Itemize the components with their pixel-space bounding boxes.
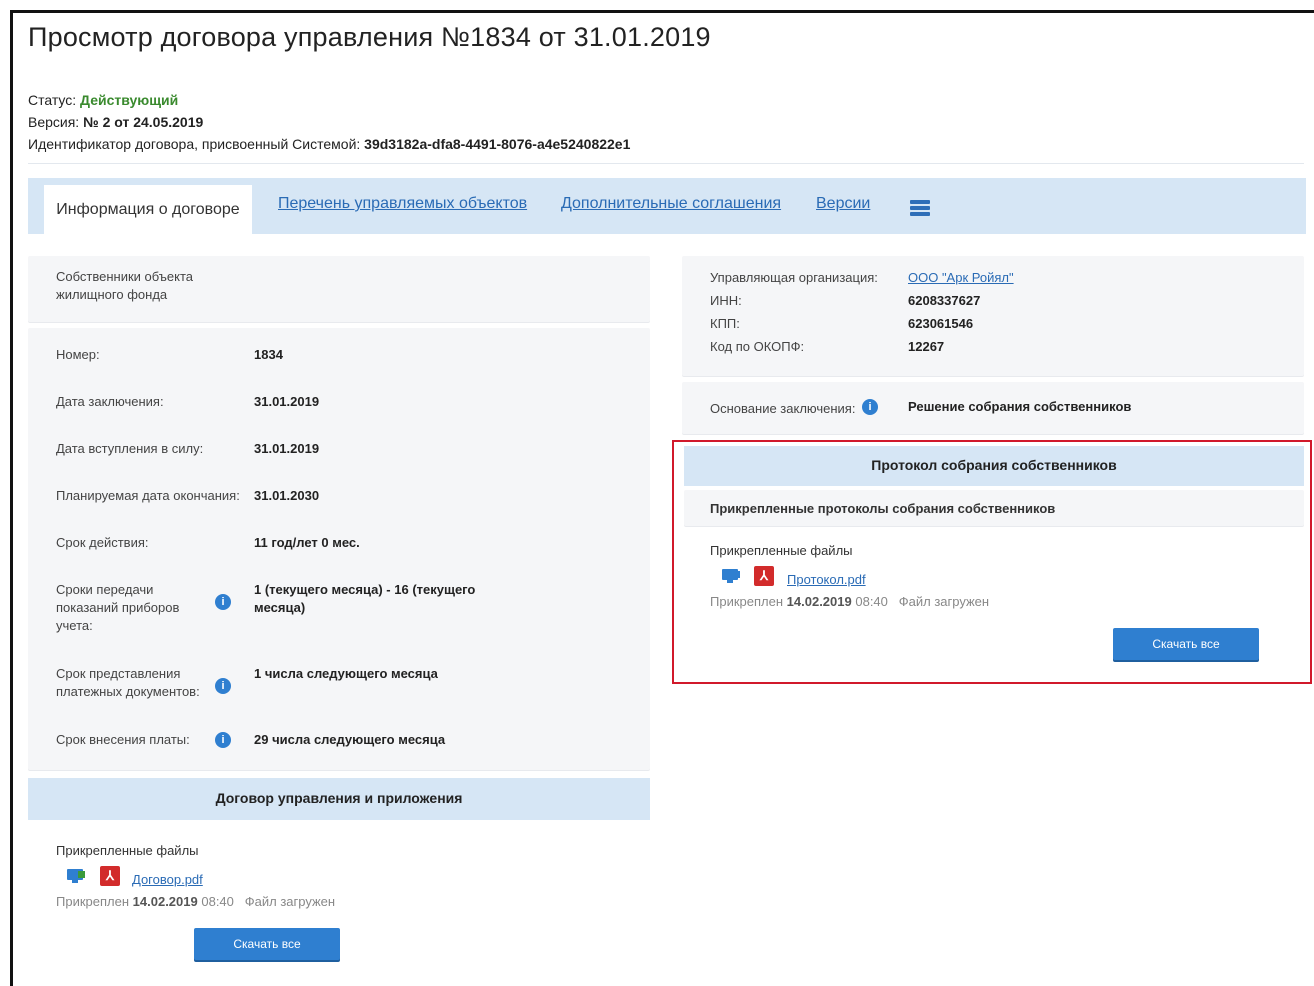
contract-file-meta: Прикреплен 14.02.2019 08:40 Файл загруже… <box>56 894 336 909</box>
org-panel: Управляющая организация: ООО "Арк Ройял"… <box>682 256 1304 376</box>
pdf-icon: ⅄ <box>100 866 120 886</box>
field-value-duration: 11 год/лет 0 мес. <box>254 535 360 550</box>
field-label-meter-readings: Сроки передачи показаний приборов учета: <box>56 582 180 633</box>
org-link[interactable]: ООО "Арк Ройял" <box>908 269 1014 287</box>
field-value-meter-readings: 1 (текущего месяца) - 16 (текущего месяц… <box>254 582 476 615</box>
org-label: Управляющая организация: <box>710 270 878 285</box>
field-value-number: 1834 <box>254 347 283 362</box>
info-icon[interactable]: i <box>215 678 231 694</box>
tab-managed-objects[interactable]: Перечень управляемых объектов <box>278 195 527 213</box>
inn-label: ИНН: <box>710 293 742 308</box>
field-label-payment-docs: Срок представления платежных документов: <box>56 666 200 699</box>
version-value: № 2 от 24.05.2019 <box>83 114 204 130</box>
monitor-icon[interactable] <box>66 868 86 884</box>
field-label-duration: Срок действия: <box>56 535 149 550</box>
field-value-payment-deadline: 29 числа следующего месяца <box>254 732 446 747</box>
identifier-line: Идентификатор договора, присвоенный Сист… <box>28 136 630 152</box>
field-value-end-date: 31.01.2030 <box>254 488 320 503</box>
field-value-payment-docs: 1 числа следующего месяца <box>254 666 438 681</box>
contract-fields-panel: Номер: 1834 Дата заключения: 31.01.2019 … <box>28 328 650 770</box>
status-value: Действующий <box>80 92 179 108</box>
owners-panel: Собственники объекта жилищного фонда <box>28 256 650 322</box>
tab-bar: Информация о договоре Перечень управляем… <box>28 178 1306 234</box>
inn-value: 6208337627 <box>908 293 981 308</box>
field-label-payment-deadline: Срок внесения платы: <box>56 732 190 747</box>
divider <box>28 163 1304 164</box>
field-value-conclusion-date: 31.01.2019 <box>254 394 320 409</box>
info-icon[interactable]: i <box>215 732 231 748</box>
field-label-effective-date: Дата вступления в силу: <box>56 441 204 456</box>
highlight-box <box>672 440 1312 684</box>
page-title: Просмотр договора управления №1834 от 31… <box>28 22 711 52</box>
version-line: Версия: № 2 от 24.05.2019 <box>28 114 203 130</box>
kpp-label: КПП: <box>710 316 740 331</box>
kpp-value: 623061546 <box>908 316 974 331</box>
tab-versions[interactable]: Версии <box>816 195 870 213</box>
basis-value: Решение собрания собственников <box>908 399 1132 414</box>
owners-label: Собственники объекта жилищного фонда <box>56 269 194 302</box>
contract-file-link[interactable]: Договор.pdf <box>132 871 203 889</box>
field-label-end-date: Планируемая дата окончания: <box>56 488 240 503</box>
okopf-label: Код по ОКОПФ: <box>710 339 805 354</box>
tab-contract-info[interactable]: Информация о договоре <box>44 185 252 234</box>
field-value-effective-date: 31.01.2019 <box>254 441 320 456</box>
info-icon[interactable]: i <box>862 399 878 415</box>
contract-files-label: Прикрепленные файлы <box>56 843 199 858</box>
field-label-conclusion-date: Дата заключения: <box>56 394 164 409</box>
basis-label: Основание заключения: <box>710 401 856 416</box>
identifier-label: Идентификатор договора, присвоенный Сист… <box>28 136 361 152</box>
version-label: Версия: <box>28 114 80 130</box>
okopf-value: 12267 <box>908 339 945 354</box>
list-icon[interactable] <box>910 200 930 216</box>
status-line: Статус: Действующий <box>28 92 178 108</box>
contract-attachments-header: Договор управления и приложения <box>28 778 650 820</box>
status-label: Статус: <box>28 92 77 108</box>
basis-panel: Основание заключения: i Решение собрания… <box>682 382 1304 434</box>
identifier-value: 39d3182a-dfa8-4491-8076-a4e5240822e1 <box>364 136 631 152</box>
download-all-contract-button[interactable]: Скачать все <box>194 928 340 960</box>
field-label-number: Номер: <box>56 347 100 362</box>
info-icon[interactable]: i <box>215 594 231 610</box>
tab-additional-agreements[interactable]: Дополнительные соглашения <box>561 195 781 213</box>
